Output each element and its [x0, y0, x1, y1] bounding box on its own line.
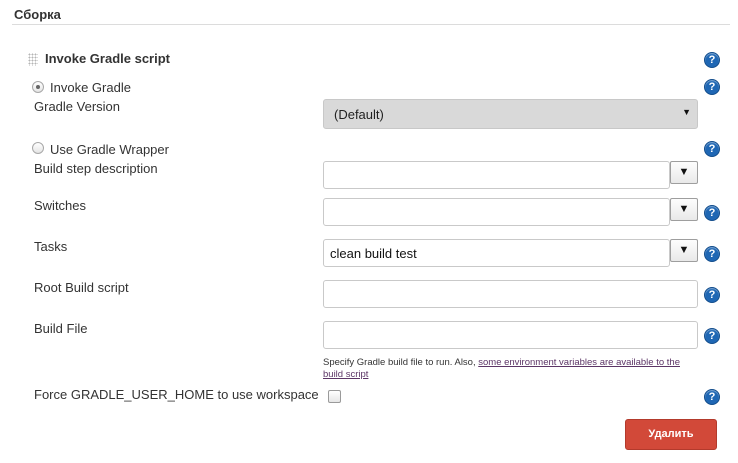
tasks-label: Tasks — [34, 239, 68, 254]
help-icon[interactable]: ? — [704, 79, 720, 95]
invoke-gradle-label: Invoke Gradle — [50, 80, 131, 95]
gradle-version-select[interactable]: (Default) ▼ — [323, 99, 698, 129]
build-step-description-input[interactable] — [323, 161, 670, 189]
triangle-down-icon[interactable]: ▼ — [670, 198, 698, 221]
help-icon[interactable]: ? — [704, 246, 720, 262]
help-icon[interactable]: ? — [704, 287, 720, 303]
use-gradle-wrapper-label: Use Gradle Wrapper — [50, 142, 169, 157]
delete-button[interactable]: Удалить — [625, 419, 717, 450]
caret-down-icon: ▼ — [682, 107, 691, 117]
help-icon[interactable]: ? — [704, 389, 720, 405]
help-icon[interactable]: ? — [704, 52, 720, 68]
help-icon[interactable]: ? — [704, 141, 720, 157]
help-icon[interactable]: ? — [704, 205, 720, 221]
build-file-input[interactable] — [323, 321, 698, 349]
tasks-value: clean build test — [330, 246, 417, 261]
help-icon[interactable]: ? — [704, 328, 720, 344]
section-title: Сборка — [14, 7, 61, 22]
tasks-input[interactable]: clean build test — [323, 239, 670, 267]
section-divider — [12, 24, 730, 25]
force-gradle-user-home-label: Force GRADLE_USER_HOME to use workspace — [34, 387, 319, 402]
switches-input[interactable] — [323, 198, 670, 226]
build-step-description-label: Build step description — [34, 161, 158, 176]
gradle-version-value: (Default) — [334, 107, 384, 122]
build-file-label: Build File — [34, 321, 88, 336]
triangle-down-icon[interactable]: ▼ — [670, 161, 698, 184]
triangle-down-icon[interactable]: ▼ — [670, 239, 698, 262]
switches-label: Switches — [34, 198, 87, 213]
grip-icon[interactable] — [28, 53, 38, 66]
build-file-hint-text: Specify Gradle build file to run. Also, — [323, 357, 479, 368]
root-build-script-input[interactable] — [323, 280, 698, 308]
build-file-hint: Specify Gradle build file to run. Also, … — [323, 357, 693, 381]
build-step-title: Invoke Gradle script — [45, 51, 170, 66]
gradle-version-label: Gradle Version — [34, 99, 120, 114]
force-gradle-user-home-checkbox[interactable] — [328, 390, 341, 403]
use-gradle-wrapper-radio[interactable] — [32, 142, 44, 154]
invoke-gradle-radio[interactable] — [32, 81, 44, 93]
root-build-script-label: Root Build script — [34, 280, 129, 295]
